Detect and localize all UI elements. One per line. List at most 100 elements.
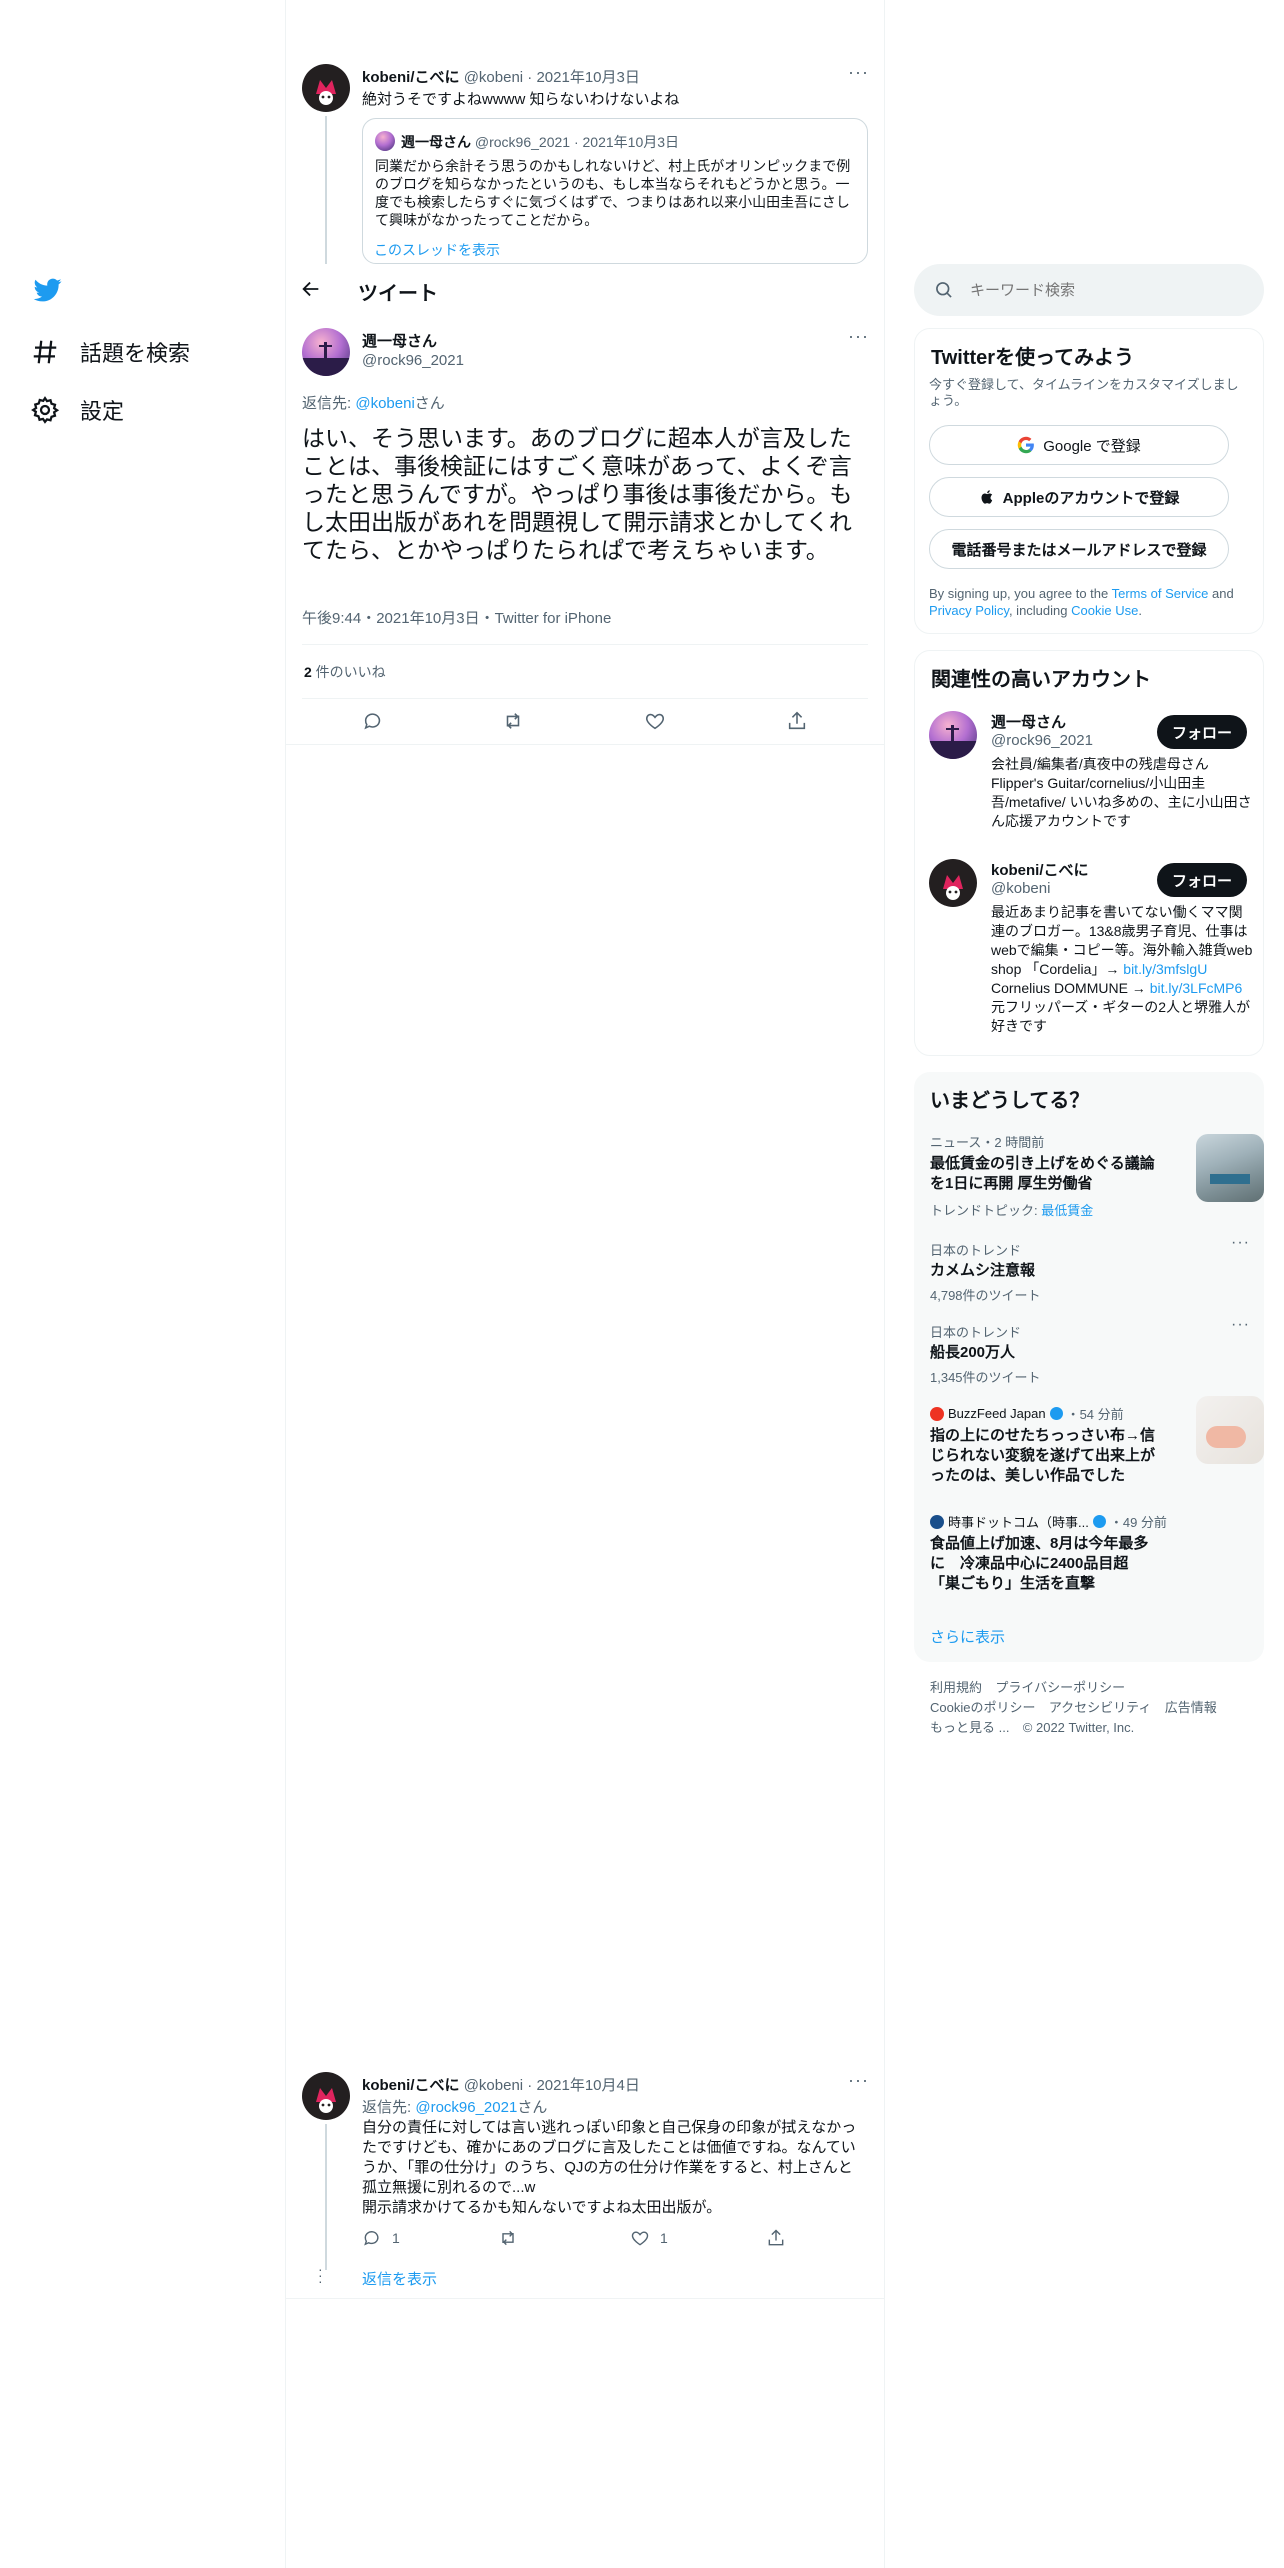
apple-signup-button[interactable]: Appleのアカウントで登録 <box>929 477 1229 517</box>
thread-line <box>325 116 327 264</box>
signup-card: Twitterを使ってみよう 今すぐ登録して、タイムラインをカスタマイズしましょ… <box>914 328 1264 634</box>
author-name[interactable]: kobeni/こべに <box>362 2077 460 2094</box>
reply-button[interactable]: 1 <box>362 2228 400 2248</box>
twitter-logo-icon[interactable] <box>32 276 64 309</box>
author-handle[interactable]: @kobeni <box>464 69 523 86</box>
bio-link[interactable]: bit.ly/3LFcMP6 <box>1150 980 1243 996</box>
retweet-icon <box>502 2230 514 2246</box>
context-tweet-header: kobeni/こべに @kobeni · 2021年10月3日 <box>362 69 640 86</box>
footer-links: 利用規約 プライバシーポリシー Cookieのポリシー アクセシビリティ 広告情… <box>930 1678 1250 1738</box>
trend-item[interactable]: BuzzFeed Japan ・54 分前 指の上にのせたちっっさい布→信じられ… <box>930 1396 1264 1494</box>
like-count: 1 <box>660 2230 668 2246</box>
verified-icon <box>1049 1407 1063 1420</box>
footer-link[interactable]: アクセシビリティ <box>1049 1700 1152 1715</box>
account-name[interactable]: 週一母さん <box>991 711 1066 732</box>
author-name[interactable]: 週一母さん <box>362 330 437 351</box>
account-handle[interactable]: @rock96_2021 <box>991 732 1093 749</box>
trend-thumbnail <box>1196 1134 1264 1202</box>
author-handle[interactable]: @kobeni <box>464 2077 523 2094</box>
signup-title: Twitterを使ってみよう <box>931 347 1135 369</box>
related-title: 関連性の高いアカウント <box>931 669 1151 691</box>
footer-link[interactable]: 広告情報 <box>1165 1700 1217 1715</box>
footer-link[interactable]: 利用規約 <box>930 1680 982 1695</box>
back-arrow-icon[interactable] <box>300 278 322 305</box>
show-replies-link[interactable]: 返信を表示 <box>362 2268 437 2289</box>
tweet-text: 絶対うそですよねwwww 知らないわけないよね <box>362 91 680 108</box>
main-column-right-border <box>884 0 885 2568</box>
thread-dots: · · · <box>318 2261 323 2289</box>
sign-shape <box>1210 1174 1250 1184</box>
show-more-link[interactable]: さらに表示 <box>930 1626 1005 1647</box>
cookie-link[interactable]: Cookie Use <box>1071 603 1138 618</box>
trend-item[interactable]: ニュース・2 時間前 最低賃金の引き上げをめぐる議論を1日に再開 厚生労働省 ト… <box>930 1132 1264 1222</box>
buzzfeed-icon <box>930 1406 944 1421</box>
footer-link[interactable]: Cookieのポリシー <box>930 1700 1035 1715</box>
finger-shape <box>1206 1426 1246 1448</box>
share-button[interactable] <box>766 2228 786 2248</box>
share-button[interactable] <box>786 710 808 737</box>
search-box[interactable] <box>914 264 1264 316</box>
hashtag-icon <box>33 340 57 364</box>
more-icon[interactable]: ··· <box>848 2070 869 2091</box>
avatar[interactable] <box>302 328 350 376</box>
avatar[interactable] <box>302 64 350 112</box>
trend-item[interactable]: 日本のトレンド カメムシ注意報 4,798件のツイート ··· <box>930 1234 1250 1304</box>
account-name[interactable]: kobeni/こべに <box>991 859 1089 880</box>
more-icon[interactable]: ··· <box>848 326 869 347</box>
like-button[interactable] <box>644 710 666 737</box>
divider <box>286 2298 884 2299</box>
avatar[interactable] <box>929 711 977 759</box>
more-icon[interactable]: ··· <box>1231 1234 1250 1252</box>
jiji-icon <box>930 1514 944 1529</box>
follow-button[interactable]: フォロー <box>1157 863 1247 897</box>
heart-icon <box>645 713 665 730</box>
phone-email-signup-button[interactable]: 電話番号またはメールアドレスで登録 <box>929 529 1229 569</box>
trend-thumbnail <box>1196 1396 1264 1464</box>
verified-icon <box>1092 1515 1106 1528</box>
more-icon[interactable]: ··· <box>848 62 869 83</box>
avatar[interactable] <box>302 2072 350 2120</box>
tweet-date[interactable]: 2021年10月4日 <box>536 2077 639 2094</box>
author-name[interactable]: kobeni/こべに <box>362 69 460 86</box>
reply-to-link[interactable]: @kobeni <box>355 395 414 412</box>
divider <box>286 744 884 745</box>
search-input[interactable] <box>970 276 1250 304</box>
author-handle[interactable]: @rock96_2021 <box>362 352 464 369</box>
share-icon <box>788 711 806 730</box>
nav-explore-label: 話題を検索 <box>80 341 191 366</box>
footer-more-link[interactable]: もっと見る ... <box>930 1720 1009 1735</box>
privacy-link[interactable]: Privacy Policy <box>929 603 1009 618</box>
bio-link[interactable]: bit.ly/3mfslgU <box>1123 961 1207 977</box>
trend-item[interactable]: 日本のトレンド 船長200万人 1,345件のツイート ··· <box>930 1316 1250 1386</box>
google-signup-button[interactable]: Google で登録 <box>929 425 1229 465</box>
reply-to-link[interactable]: @rock96_2021 <box>415 2099 517 2116</box>
reply-button[interactable] <box>362 710 384 737</box>
likes-summary[interactable]: 2 件のいいね <box>304 662 386 682</box>
search-icon <box>936 282 952 298</box>
terms-link[interactable]: Terms of Service <box>1112 586 1209 601</box>
trend-item[interactable]: 時事ドットコム（時事... ・49 分前 食品値上げ加速、8月は今年最多に 冷凍… <box>930 1512 1250 1602</box>
divider <box>302 644 868 645</box>
reply-to-line: 返信先: @kobeniさん <box>302 395 445 412</box>
tweet-date[interactable]: 2021年10月3日 <box>536 69 639 86</box>
thread-line <box>325 2124 327 2270</box>
account-handle[interactable]: @kobeni <box>991 880 1050 897</box>
avatar[interactable] <box>929 859 977 907</box>
retweet-button[interactable] <box>502 710 524 737</box>
share-icon <box>768 2229 784 2246</box>
account-bio: 最近あまり記事を書いてない働くママ関連のブロガー。13&8歳男子育児、仕事はwe… <box>991 904 1253 1034</box>
more-icon[interactable]: ··· <box>1231 1316 1250 1334</box>
nav-explore[interactable]: 話題を検索 <box>30 336 190 368</box>
reply-tweet-text: 自分の責任に対しては言い逃れっぽい印象と自己保身の印象が拭えなかったですけども、… <box>362 2119 857 2216</box>
signup-terms: By signing up, you agree to the Terms of… <box>929 586 1234 618</box>
tweet-meta[interactable]: 午後9:44・2021年10月3日・Twitter for iPhone <box>302 607 611 628</box>
quoted-tweet-header: 週一母さん @rock96_2021 · 2021年10月3日 <box>401 134 680 150</box>
show-thread-link[interactable]: このスレッドを表示 <box>374 240 504 260</box>
nav-settings[interactable]: 設定 <box>30 394 124 426</box>
retweet-button[interactable] <box>498 2228 518 2248</box>
follow-button[interactable]: フォロー <box>1157 715 1247 749</box>
reply-count: 1 <box>392 2230 400 2246</box>
like-button[interactable]: 1 <box>630 2228 668 2248</box>
trends-title: いまどうしてる？ <box>930 1090 1090 1112</box>
footer-link[interactable]: プライバシーポリシー <box>995 1680 1125 1695</box>
